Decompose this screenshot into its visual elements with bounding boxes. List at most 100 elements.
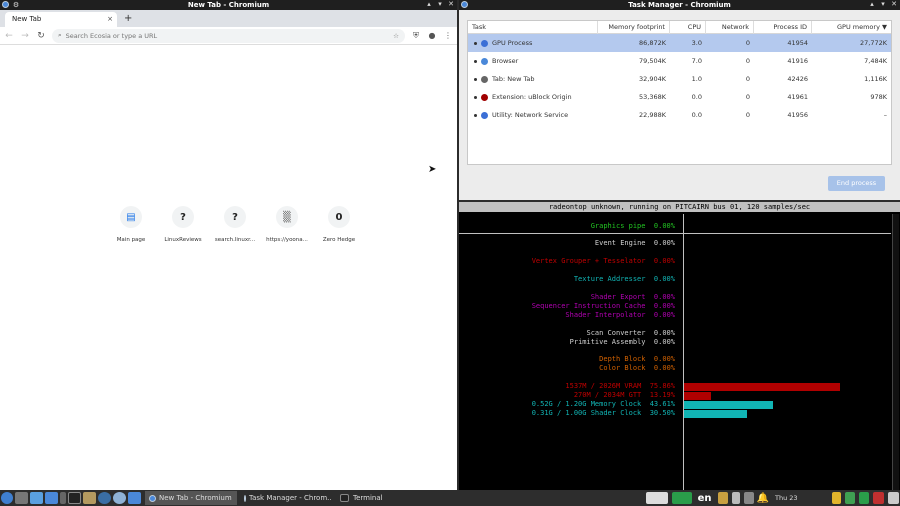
lock-icon[interactable] bbox=[832, 492, 841, 504]
keyboard-layout[interactable]: en bbox=[698, 493, 712, 504]
task-manager-titlebar[interactable]: Task Manager - Chromium ▴ ▾ ✕ bbox=[459, 0, 900, 10]
usage-bar bbox=[684, 383, 840, 391]
task-name: GPU Process bbox=[492, 39, 533, 47]
ublock-shield-icon[interactable]: ⛨ bbox=[411, 31, 421, 41]
tab-strip: New Tab × + bbox=[0, 10, 457, 27]
metric-line: Shader Interpolator 0.00% bbox=[565, 311, 675, 319]
magnifier-icon[interactable] bbox=[113, 492, 126, 504]
maximize-icon[interactable]: ▴ bbox=[868, 0, 876, 8]
col-memory[interactable]: Memory footprint bbox=[598, 20, 670, 34]
search-icon: ⌕ bbox=[58, 31, 62, 39]
shortcut-tile[interactable]: ? search.linuxr... bbox=[209, 206, 261, 243]
chromium-app-icon[interactable] bbox=[461, 1, 468, 8]
file-manager-icon[interactable] bbox=[30, 492, 43, 504]
shortcut-tile[interactable]: ▤ Main page bbox=[105, 206, 157, 243]
terminal-launcher-icon[interactable] bbox=[68, 492, 81, 504]
image-viewer-icon[interactable] bbox=[128, 492, 141, 504]
update-icon[interactable] bbox=[845, 492, 855, 504]
shortcut-favicon-icon: ▤ bbox=[120, 206, 142, 228]
power-icon[interactable] bbox=[873, 492, 884, 504]
shortcut-tile[interactable]: ▒ https://yoona... bbox=[261, 206, 313, 243]
volume-icon[interactable] bbox=[717, 492, 728, 504]
table-row[interactable]: Browser 79,504K 7.0 0 41916 7,484K bbox=[468, 52, 891, 70]
task-task-manager[interactable]: Task Manager - Chrom... bbox=[240, 491, 332, 505]
network-cell: 0 bbox=[745, 39, 750, 47]
minimize-icon[interactable]: ▾ bbox=[436, 0, 444, 8]
table-row[interactable]: Extension: uBlock Origin 53,368K 0.0 0 4… bbox=[468, 88, 891, 106]
omnibox-input[interactable] bbox=[65, 31, 390, 40]
tab-new-tab[interactable]: New Tab × bbox=[5, 12, 117, 27]
tab-label: New Tab bbox=[12, 15, 42, 23]
start-menu-icon[interactable] bbox=[1, 492, 13, 504]
workspace-switcher-icon[interactable] bbox=[645, 492, 668, 504]
close-icon[interactable]: ✕ bbox=[447, 0, 455, 8]
shortcut-tile[interactable]: 0 Zero Hedge bbox=[313, 206, 365, 243]
close-icon[interactable]: ✕ bbox=[890, 0, 898, 8]
spreadsheet-icon[interactable] bbox=[859, 492, 869, 504]
user-menu-icon[interactable] bbox=[888, 492, 899, 504]
process-icon bbox=[481, 93, 488, 101]
back-arrow-icon[interactable]: ← bbox=[4, 31, 14, 41]
process-icon bbox=[481, 111, 488, 119]
col-cpu[interactable]: CPU bbox=[670, 20, 706, 34]
taskbar: New Tab - Chromium Task Manager - Chrom.… bbox=[0, 490, 900, 506]
profile-avatar-icon[interactable]: ● bbox=[427, 31, 437, 40]
cpu-cell: 3.0 bbox=[691, 39, 702, 47]
cpu-cell: 7.0 bbox=[691, 57, 702, 65]
notification-bell-icon[interactable]: 🔔 bbox=[757, 493, 769, 504]
maximize-icon[interactable]: ▴ bbox=[425, 0, 433, 8]
text-editor-icon[interactable] bbox=[83, 492, 96, 504]
omnibox[interactable]: ⌕ ☆ bbox=[52, 28, 405, 43]
task-name: Browser bbox=[492, 57, 519, 65]
cpu-cell: 0.0 bbox=[691, 111, 702, 119]
show-desktop-icon[interactable] bbox=[15, 492, 28, 504]
table-row[interactable]: Utility: Network Service 22,988K 0.0 0 4… bbox=[468, 106, 891, 124]
shortcut-tile[interactable]: ? LinuxReviews bbox=[157, 206, 209, 243]
system-tray: en 🔔 Thu 23 bbox=[645, 490, 900, 506]
bullet-icon bbox=[474, 95, 477, 99]
browser-launcher-icon[interactable] bbox=[45, 492, 58, 504]
reload-icon[interactable]: ↻ bbox=[36, 31, 46, 41]
task-terminal[interactable]: Terminal bbox=[335, 491, 427, 505]
table-row[interactable]: GPU Process 86,872K 3.0 0 41954 27,772K bbox=[468, 34, 891, 52]
divider bbox=[683, 214, 684, 490]
radeontop-header: radeontop unknown, running on PITCAIRN b… bbox=[459, 202, 900, 212]
globe-icon[interactable] bbox=[98, 492, 111, 504]
metric-line: Color Block 0.00% bbox=[599, 364, 675, 372]
forward-arrow-icon[interactable]: → bbox=[20, 31, 30, 41]
chromium-titlebar[interactable]: ⚙ New Tab - Chromium ▴ ▾ ✕ bbox=[0, 0, 457, 10]
task-label: Task Manager - Chrom... bbox=[249, 494, 332, 502]
shortcut-favicon-icon: 0 bbox=[328, 206, 350, 228]
pid-cell: 42426 bbox=[787, 75, 808, 83]
table-row[interactable]: Tab: New Tab 32,904K 1.0 0 42426 1,116K bbox=[468, 70, 891, 88]
clock[interactable]: Thu 23 bbox=[775, 494, 825, 502]
end-process-button[interactable]: End process bbox=[828, 176, 885, 191]
task-chromium-newtab[interactable]: New Tab - Chromium bbox=[145, 491, 237, 505]
col-network[interactable]: Network bbox=[706, 20, 754, 34]
cpu-monitor-icon[interactable] bbox=[671, 492, 692, 504]
chromium-app-icon[interactable] bbox=[2, 1, 9, 8]
pid-cell: 41916 bbox=[787, 57, 808, 65]
task-manager-window: Task Manager - Chromium ▴ ▾ ✕ Task Memor… bbox=[459, 0, 900, 200]
col-pid[interactable]: Process ID bbox=[754, 20, 812, 34]
terminal-window: radeontop unknown, running on PITCAIRN b… bbox=[459, 202, 900, 490]
bluetooth-icon[interactable] bbox=[731, 492, 740, 504]
col-task[interactable]: Task bbox=[468, 20, 598, 34]
bookmark-star-icon[interactable]: ☆ bbox=[393, 32, 399, 40]
pid-cell: 41961 bbox=[787, 93, 808, 101]
terminal-scrollbar[interactable] bbox=[892, 214, 899, 490]
usage-bar bbox=[684, 410, 747, 418]
new-tab-button[interactable]: + bbox=[124, 12, 132, 25]
launcher-separator-icon bbox=[60, 492, 66, 504]
col-gpu-memory[interactable]: GPU memory ▼ bbox=[812, 21, 891, 34]
process-table: Task Memory footprint CPU Network Proces… bbox=[467, 20, 892, 165]
metric-line: Shader Export 0.00% bbox=[590, 293, 675, 301]
metric-line: Graphics pipe 0.00% bbox=[590, 222, 675, 230]
menu-gear-icon[interactable]: ⚙ bbox=[12, 1, 20, 9]
usage-bar bbox=[684, 392, 712, 400]
minimize-icon[interactable]: ▾ bbox=[879, 0, 887, 8]
tab-close-icon[interactable]: × bbox=[107, 12, 113, 27]
kebab-menu-icon[interactable]: ⋮ bbox=[443, 31, 453, 40]
network-icon[interactable] bbox=[743, 492, 754, 504]
process-icon bbox=[481, 75, 488, 83]
